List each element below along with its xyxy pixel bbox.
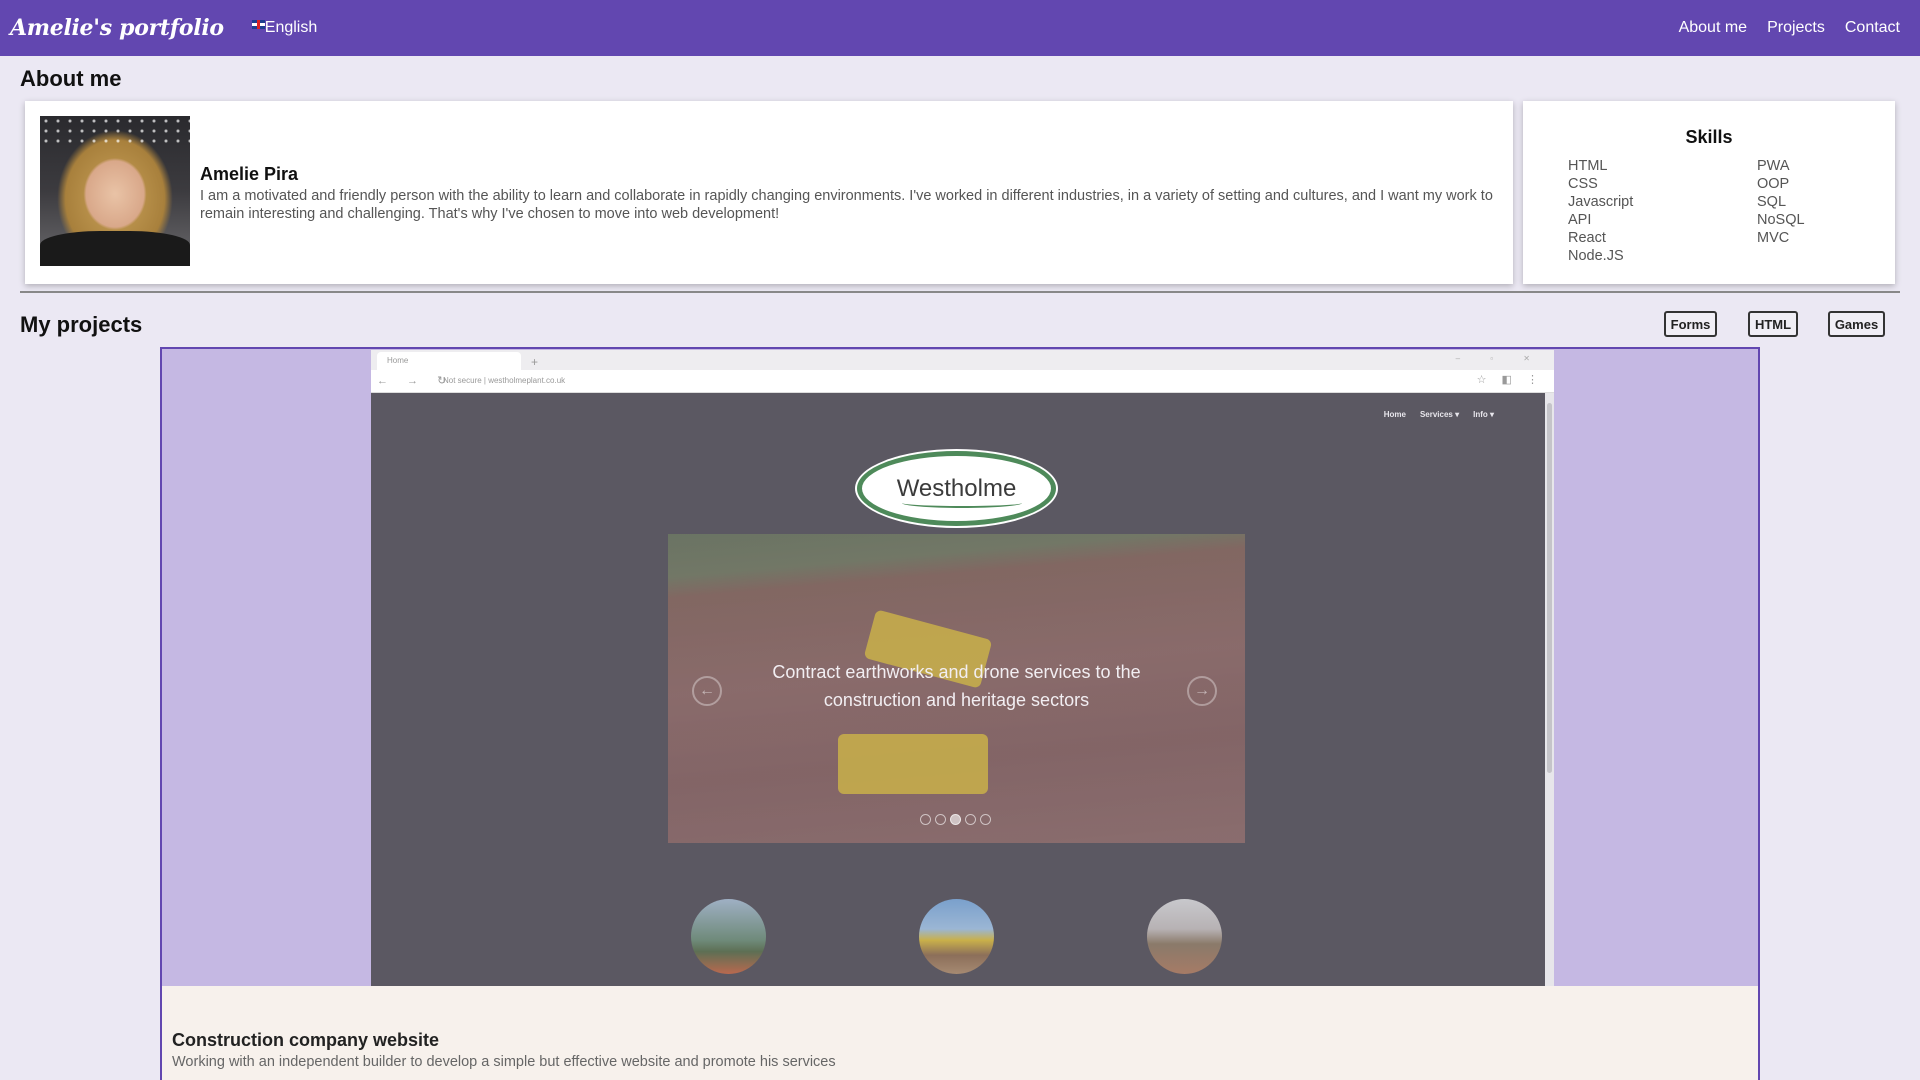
skill-item: NoSQL xyxy=(1757,212,1805,228)
thumbnail-excavator xyxy=(919,899,994,974)
skill-item: MVC xyxy=(1757,230,1790,246)
new-tab-icon: + xyxy=(531,355,539,369)
skills-title: Skills xyxy=(1685,127,1733,147)
brand-logo[interactable]: Amelie's portfolio xyxy=(10,15,224,41)
skill-item: React xyxy=(1568,230,1606,246)
nav-link-projects[interactable]: Projects xyxy=(1767,19,1825,37)
arrow-right-icon: → xyxy=(1187,676,1217,706)
site-nav-services: Services ▾ xyxy=(1419,410,1460,419)
westholme-logo: Westholme xyxy=(857,451,1056,526)
screenshot-scrollbar xyxy=(1545,393,1554,986)
about-name: Amelie Pira xyxy=(200,164,299,184)
project-card[interactable]: Home + – ▫ ✕ ← → ↻ Not secure | westholm… xyxy=(160,347,1760,1080)
language-selector[interactable]: English xyxy=(251,19,318,37)
window-controls-icon: – ▫ ✕ xyxy=(1455,354,1544,363)
skills-card: Skills HTML CSS Javascript API React Nod… xyxy=(1523,101,1895,284)
about-description: I am a motivated and friendly person wit… xyxy=(200,188,1493,222)
skill-item: CSS xyxy=(1568,176,1598,192)
project-description: Working with an independent builder to d… xyxy=(172,1054,836,1070)
browser-toolbar-icons: ☆ ◧ ⋮ xyxy=(1476,374,1544,386)
nav-link-about[interactable]: About me xyxy=(1679,19,1747,37)
browser-chrome: Home + – ▫ ✕ ← → ↻ Not secure | westholm… xyxy=(371,350,1554,393)
skill-item: HTML xyxy=(1568,158,1608,174)
project-screenshot: Home + – ▫ ✕ ← → ↻ Not secure | westholm… xyxy=(371,350,1554,986)
skills-list-left: HTML CSS Javascript API React Node.JS xyxy=(1568,157,1633,265)
hero-carousel: Contract earthworks and drone services t… xyxy=(668,534,1245,843)
carousel-dots xyxy=(920,814,991,825)
skill-item: Javascript xyxy=(1568,194,1634,210)
thumbnail-site xyxy=(1147,899,1222,974)
nav-links: About me Projects Contact xyxy=(1679,19,1900,37)
project-info: Construction company website Working wit… xyxy=(162,986,1758,1080)
browser-tab: Home xyxy=(377,352,521,370)
filter-games-button[interactable]: Games xyxy=(1828,311,1885,337)
address-url: Not secure | westholmeplant.co.uk xyxy=(443,376,566,385)
skills-list-right: PWA OOP SQL NoSQL MVC xyxy=(1757,157,1805,247)
filter-forms-button[interactable]: Forms xyxy=(1664,311,1717,337)
site-nav: Home Services ▾ Info ▾ xyxy=(1384,410,1494,419)
site-nav-home: Home xyxy=(1383,410,1406,419)
thumbnail-drone xyxy=(691,899,766,974)
filter-html-button[interactable]: HTML xyxy=(1748,311,1798,337)
nav-link-contact[interactable]: Contact xyxy=(1845,19,1900,37)
address-bar: ← → ↻ Not secure | westholmeplant.co.uk … xyxy=(371,370,1554,393)
project-title: Construction company website xyxy=(172,1030,440,1050)
about-heading: About me xyxy=(20,66,122,91)
skill-item: SQL xyxy=(1757,194,1787,210)
about-text: Amelie Pira I am a motivated and friendl… xyxy=(200,164,1500,223)
language-label: English xyxy=(264,19,318,36)
uk-flag-icon xyxy=(251,20,265,29)
section-divider xyxy=(20,291,1900,293)
dumper-image xyxy=(838,734,988,794)
arrow-left-icon: ← xyxy=(692,676,722,706)
site-nav-info: Info ▾ xyxy=(1473,410,1494,419)
projects-heading: My projects xyxy=(20,312,143,337)
navbar: Amelie's portfolio English About me Proj… xyxy=(0,0,1920,56)
hero-caption: Contract earthworks and drone services t… xyxy=(772,662,1141,710)
skill-item: Node.JS xyxy=(1568,248,1624,264)
skill-item: PWA xyxy=(1757,158,1790,174)
about-card: Amelie Pira I am a motivated and friendl… xyxy=(25,101,1513,284)
avatar xyxy=(40,116,190,266)
skill-item: API xyxy=(1568,212,1592,228)
skill-item: OOP xyxy=(1757,176,1790,192)
